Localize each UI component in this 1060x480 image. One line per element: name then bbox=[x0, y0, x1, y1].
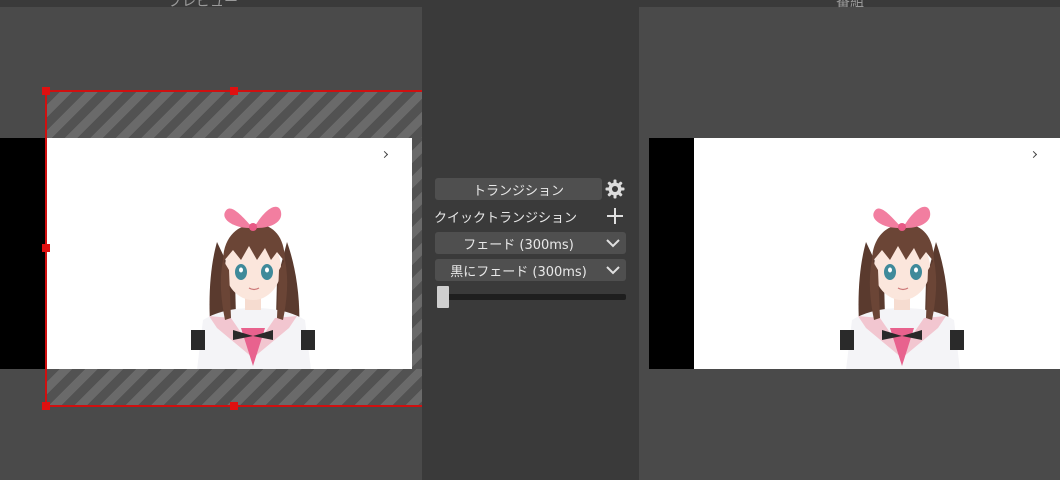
top-strip bbox=[0, 0, 1060, 7]
selection-box[interactable] bbox=[45, 90, 422, 407]
resize-handle-top-left[interactable] bbox=[42, 87, 50, 95]
vtuber-avatar-image bbox=[840, 206, 964, 369]
preview-pane[interactable] bbox=[0, 7, 422, 480]
resize-handle-top-center[interactable] bbox=[230, 87, 238, 95]
plus-icon[interactable] bbox=[606, 207, 624, 225]
chevron-down-icon bbox=[606, 239, 620, 248]
resize-handle-middle-left[interactable] bbox=[42, 244, 50, 252]
resize-handle-bottom-center[interactable] bbox=[230, 402, 238, 410]
program-title: 番組 bbox=[836, 0, 864, 10]
t-bar-handle[interactable] bbox=[437, 286, 449, 308]
transition-button[interactable]: トランジション bbox=[435, 178, 602, 200]
transition-panel: トランジション クイックトランジション フェード (300ms) 黒にフェード … bbox=[422, 7, 639, 480]
resize-handle-bottom-left[interactable] bbox=[42, 402, 50, 410]
gear-icon[interactable] bbox=[605, 179, 625, 199]
program-black-bar bbox=[649, 138, 694, 369]
program-canvas bbox=[694, 138, 1060, 369]
chevron-down-icon bbox=[606, 266, 620, 275]
transition-select-fade-to-black-label: 黒にフェード (300ms) bbox=[450, 264, 587, 280]
transition-select-fade-label: フェード (300ms) bbox=[463, 237, 574, 253]
t-bar-track[interactable] bbox=[439, 294, 626, 300]
transition-select-fade[interactable]: フェード (300ms) bbox=[435, 232, 626, 254]
quick-transition-label: クイックトランジション bbox=[434, 211, 578, 226]
preview-title: プレビュー bbox=[168, 0, 238, 10]
transition-select-fade-to-black[interactable]: 黒にフェード (300ms) bbox=[435, 259, 626, 281]
preview-black-bar bbox=[0, 138, 47, 369]
program-pane[interactable] bbox=[639, 7, 1060, 480]
cursor-mark bbox=[1029, 150, 1038, 159]
